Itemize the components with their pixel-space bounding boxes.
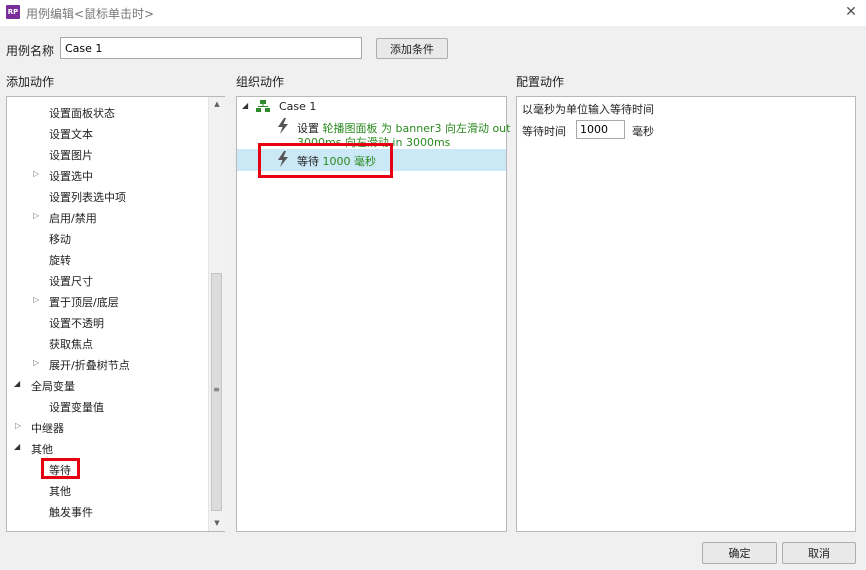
tree-item-other[interactable]: 其他 bbox=[49, 483, 71, 499]
tree-group-other[interactable]: 其他 bbox=[31, 441, 53, 457]
tree-item-wait[interactable]: 等待 bbox=[49, 462, 71, 478]
tree-item-set-text[interactable]: 设置文本 bbox=[49, 126, 93, 142]
wait-time-input[interactable] bbox=[576, 120, 625, 139]
highlight-box bbox=[258, 143, 393, 178]
case-name-input[interactable] bbox=[60, 37, 362, 59]
ok-button[interactable]: 确定 bbox=[702, 542, 777, 564]
cancel-button[interactable]: 取消 bbox=[782, 542, 856, 564]
tree-scrollbar[interactable]: ▲ ≡ ▼ bbox=[208, 97, 225, 531]
lightning-icon bbox=[278, 118, 288, 134]
tree-item-bring-front-back[interactable]: 置于顶层/底层 bbox=[49, 294, 119, 310]
title-bar: RP 用例编辑<鼠标单击时> ✕ bbox=[0, 0, 866, 26]
collapsed-arrow-icon[interactable]: ▷ bbox=[33, 295, 39, 304]
tree-item-focus[interactable]: 获取焦点 bbox=[49, 336, 93, 352]
tree-item-set-list-selection[interactable]: 设置列表选中项 bbox=[49, 189, 126, 205]
expanded-arrow-icon[interactable]: ◢ bbox=[242, 101, 248, 110]
organize-action-title: 组织动作 bbox=[236, 75, 285, 89]
collapsed-arrow-icon[interactable]: ▷ bbox=[15, 421, 21, 430]
tree-item-set-selected[interactable]: 设置选中 bbox=[49, 168, 93, 184]
tree-item-expand-collapse-node[interactable]: 展开/折叠树节点 bbox=[49, 357, 130, 373]
configure-action-title: 配置动作 bbox=[516, 75, 565, 89]
tree-item-trigger-event[interactable]: 触发事件 bbox=[49, 504, 93, 520]
tree-group-repeater[interactable]: 中继器 bbox=[31, 420, 64, 436]
case-node-label[interactable]: Case 1 bbox=[279, 100, 316, 113]
app-logo-icon: RP bbox=[6, 5, 20, 19]
collapsed-arrow-icon[interactable]: ▷ bbox=[33, 358, 39, 367]
tree-item-move[interactable]: 移动 bbox=[49, 231, 71, 247]
tree-item-set-image[interactable]: 设置图片 bbox=[49, 147, 93, 163]
wait-time-label: 等待时间 bbox=[522, 125, 566, 138]
configure-action-panel bbox=[516, 96, 856, 532]
grip-icon: ≡ bbox=[213, 385, 220, 394]
scroll-up-arrow-icon[interactable]: ▲ bbox=[209, 97, 225, 111]
add-action-title: 添加动作 bbox=[6, 75, 55, 89]
add-condition-button[interactable]: 添加条件 bbox=[376, 38, 448, 59]
collapsed-arrow-icon[interactable]: ▷ bbox=[33, 211, 39, 220]
case-tree-icon bbox=[256, 100, 270, 112]
tree-item-set-variable[interactable]: 设置变量值 bbox=[49, 399, 104, 415]
window-title: 用例编辑<鼠标单击时> bbox=[26, 7, 155, 21]
tree-group-global-variables[interactable]: 全局变量 bbox=[31, 378, 75, 394]
expanded-arrow-icon[interactable]: ◢ bbox=[14, 379, 20, 388]
scroll-down-arrow-icon[interactable]: ▼ bbox=[209, 516, 225, 530]
scrollbar-thumb[interactable]: ≡ bbox=[211, 273, 222, 511]
close-icon[interactable]: ✕ bbox=[842, 3, 860, 21]
wait-unit-label: 毫秒 bbox=[632, 125, 654, 138]
tree-item-set-size[interactable]: 设置尺寸 bbox=[49, 273, 93, 289]
expanded-arrow-icon[interactable]: ◢ bbox=[14, 442, 20, 451]
tree-item-rotate[interactable]: 旋转 bbox=[49, 252, 71, 268]
case-name-label: 用例名称 bbox=[6, 44, 55, 58]
tree-item-set-opacity[interactable]: 设置不透明 bbox=[49, 315, 104, 331]
collapsed-arrow-icon[interactable]: ▷ bbox=[33, 169, 39, 178]
add-action-tree: 设置面板状态 设置文本 设置图片 ▷ 设置选中 设置列表选中项 ▷ 启用/禁用 … bbox=[6, 96, 225, 532]
tree-item-set-panel-state[interactable]: 设置面板状态 bbox=[49, 105, 115, 121]
wait-description: 以毫秒为单位输入等待时间 bbox=[522, 103, 654, 116]
tree-item-enable-disable[interactable]: 启用/禁用 bbox=[49, 210, 97, 226]
